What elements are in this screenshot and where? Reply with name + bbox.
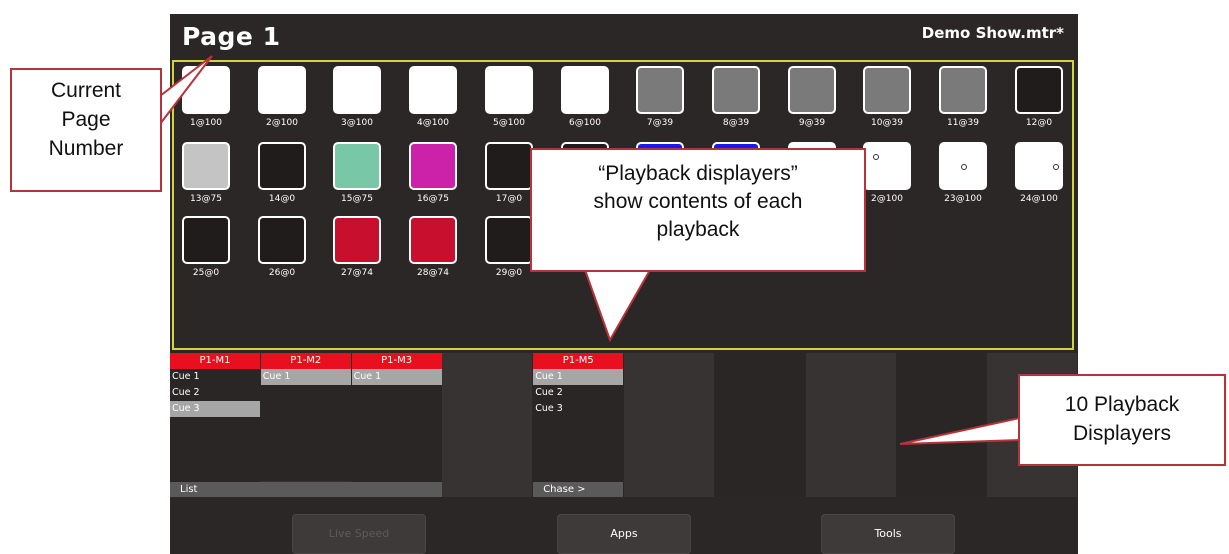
cue-item[interactable]: Cue 1 — [170, 369, 260, 385]
playback-displayer[interactable]: P1-M1 Cue 1 Cue 2 Cue 3 List — [170, 353, 260, 497]
ten-callout-pointer — [899, 416, 1021, 445]
cue-list: Cue 1 Cue 2 Cue 3 — [170, 369, 260, 481]
callout-line: Current — [50, 79, 122, 102]
callout-line: Page — [61, 108, 111, 131]
callout-line: playback — [656, 218, 740, 241]
callout-current-page-number: Current Page Number — [10, 68, 162, 192]
callout-playback-displayers-info: “Playback displayers” show contents of e… — [530, 148, 866, 272]
callout-line: Displayers — [1072, 422, 1172, 445]
callout-line: “Playback displayers” — [598, 162, 798, 185]
playback-header: P1-M1 — [170, 353, 260, 369]
cue-item[interactable]: Cue 3 — [170, 401, 260, 417]
cue-item[interactable]: Cue 2 — [170, 385, 260, 401]
playback-mode[interactable]: List — [170, 482, 260, 497]
callout-line: Number — [48, 137, 124, 160]
callout-line: show contents of each — [593, 190, 803, 213]
callout-line: 10 Playback — [1064, 393, 1180, 416]
displayers-callout-pointer — [583, 269, 652, 343]
callout-ten-playback-displayers: 10 Playback Displayers — [1018, 374, 1226, 466]
page-callout-pointer — [159, 55, 213, 127]
